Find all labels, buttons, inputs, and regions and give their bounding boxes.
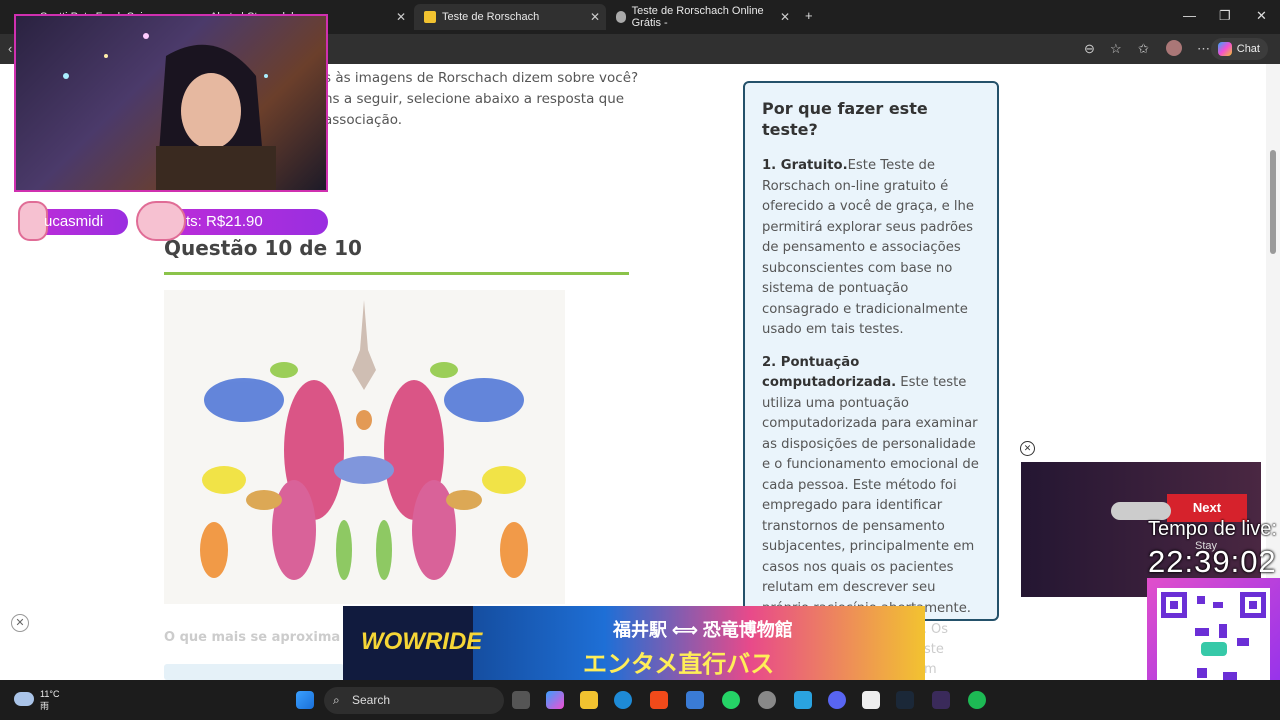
tab-4[interactable]: Teste de Rorschach Online Grátis - ✕ xyxy=(606,4,796,30)
donation-badge: ts: R$21.90 xyxy=(136,201,328,241)
donation-text: ts: R$21.90 xyxy=(186,213,263,230)
taskbar-search[interactable]: ⌕ Search xyxy=(324,687,504,714)
back-icon[interactable]: ‹ xyxy=(8,41,12,56)
page-favicon-icon xyxy=(424,11,436,23)
discord-icon[interactable] xyxy=(828,691,846,709)
title-underline xyxy=(164,272,629,275)
username-badge: ucasmidi xyxy=(18,201,128,241)
p2-text: Este teste utiliza uma pontuação computa… xyxy=(762,375,979,616)
weather-widget[interactable]: 11°C 雨 xyxy=(14,688,59,712)
weather-condition: 雨 xyxy=(40,701,50,711)
more-menu-icon[interactable]: ⋯ xyxy=(1197,41,1210,57)
question-title: Questão 10 de 10 xyxy=(164,236,362,260)
live-time-label: Tempo de live: xyxy=(1148,518,1277,540)
obs-icon[interactable] xyxy=(758,691,776,709)
ad-logo-panel: WOWRIDE xyxy=(343,606,482,680)
close-icon[interactable]: ✕ xyxy=(590,10,600,24)
cloud-rain-icon xyxy=(14,692,34,706)
capcut-icon[interactable] xyxy=(862,691,880,709)
tab-label: Teste de Rorschach xyxy=(442,11,540,23)
close-icon[interactable]: ✕ xyxy=(780,10,790,24)
profile-avatar[interactable] xyxy=(1166,40,1182,56)
tab-label: Teste de Rorschach Online Grátis - xyxy=(631,5,764,29)
live-time-value: 22:39:02 xyxy=(1148,544,1277,579)
p2-heading: 2. Pontuação computadorizada. xyxy=(762,354,897,391)
intro-text: s às imagens de Rorschach dizem sobre vo… xyxy=(324,70,639,128)
search-label: Search xyxy=(352,693,391,707)
copilot-taskbar-icon[interactable] xyxy=(546,691,564,709)
panel-paragraph-1: 1. Gratuito.Este Teste de Rorschach on-l… xyxy=(762,156,980,341)
ad-route-text: 福井駅 ⟺ 恐竜博物館 xyxy=(613,620,793,640)
app-icon[interactable] xyxy=(932,691,950,709)
task-view-icon[interactable] xyxy=(512,691,530,709)
favorites-icon[interactable]: ✩ xyxy=(1138,41,1149,57)
reader-icon[interactable]: ⊖ xyxy=(1084,41,1095,57)
username-text: ucasmidi xyxy=(44,213,104,230)
ad-close-icon[interactable]: ✕ xyxy=(11,614,29,632)
answer-prompt: O que mais se aproxima d xyxy=(164,630,355,645)
person-favicon-icon xyxy=(616,11,626,23)
video-close-icon[interactable]: ✕ xyxy=(1020,441,1035,456)
file-explorer-icon[interactable] xyxy=(580,691,598,709)
why-take-test-panel: Por que fazer este teste? 1. Gratuito.Es… xyxy=(743,81,999,621)
windows-taskbar: 11°C 雨 ⌕ Search xyxy=(0,680,1280,720)
windows-start-icon[interactable] xyxy=(296,691,314,709)
spotify-icon[interactable] xyxy=(968,691,986,709)
minimize-icon[interactable]: — xyxy=(1183,8,1196,23)
panel-title: Por que fazer este teste? xyxy=(762,99,928,139)
webcam-overlay xyxy=(14,14,328,192)
ad-logo: WOWRIDE xyxy=(361,628,483,655)
panel-paragraph-2: 2. Pontuação computadorizada. Este teste… xyxy=(762,353,980,620)
steam-icon[interactable] xyxy=(896,691,914,709)
store-icon[interactable] xyxy=(686,691,704,709)
p1-heading: 1. Gratuito. xyxy=(762,158,848,173)
copilot-chat-button[interactable]: Chat xyxy=(1210,38,1268,60)
favorite-star-icon[interactable]: ☆ xyxy=(1110,41,1122,57)
weather-temp: 11°C xyxy=(40,689,60,699)
ad-headline: エンタメ直行バス xyxy=(583,651,775,678)
rorschach-inkblot-image xyxy=(164,290,565,604)
brave-browser-icon[interactable] xyxy=(650,691,668,709)
whatsapp-icon[interactable] xyxy=(722,691,740,709)
search-icon: ⌕ xyxy=(333,693,340,707)
tab-3[interactable]: Teste de Rorschach ✕ xyxy=(414,4,606,30)
telegram-icon[interactable] xyxy=(794,691,812,709)
close-icon[interactable]: ✕ xyxy=(396,10,406,24)
maximize-icon[interactable]: ❐ xyxy=(1219,8,1231,24)
p1-text: Este Teste de Rorschach on-line gratuito… xyxy=(762,158,975,337)
chat-label: Chat xyxy=(1236,43,1260,55)
sushi-icon xyxy=(136,201,186,241)
close-window-icon[interactable]: ✕ xyxy=(1256,8,1267,24)
ad-banner[interactable]: WOWRIDE 福井駅 ⟺ 恐竜博物館 エンタメ直行バス xyxy=(343,606,925,680)
answer-option[interactable] xyxy=(164,664,344,680)
copilot-icon xyxy=(1217,42,1232,56)
scrollbar-thumb[interactable] xyxy=(1270,150,1276,254)
new-tab-button[interactable]: + xyxy=(805,8,813,23)
edge-browser-icon[interactable] xyxy=(614,691,632,709)
